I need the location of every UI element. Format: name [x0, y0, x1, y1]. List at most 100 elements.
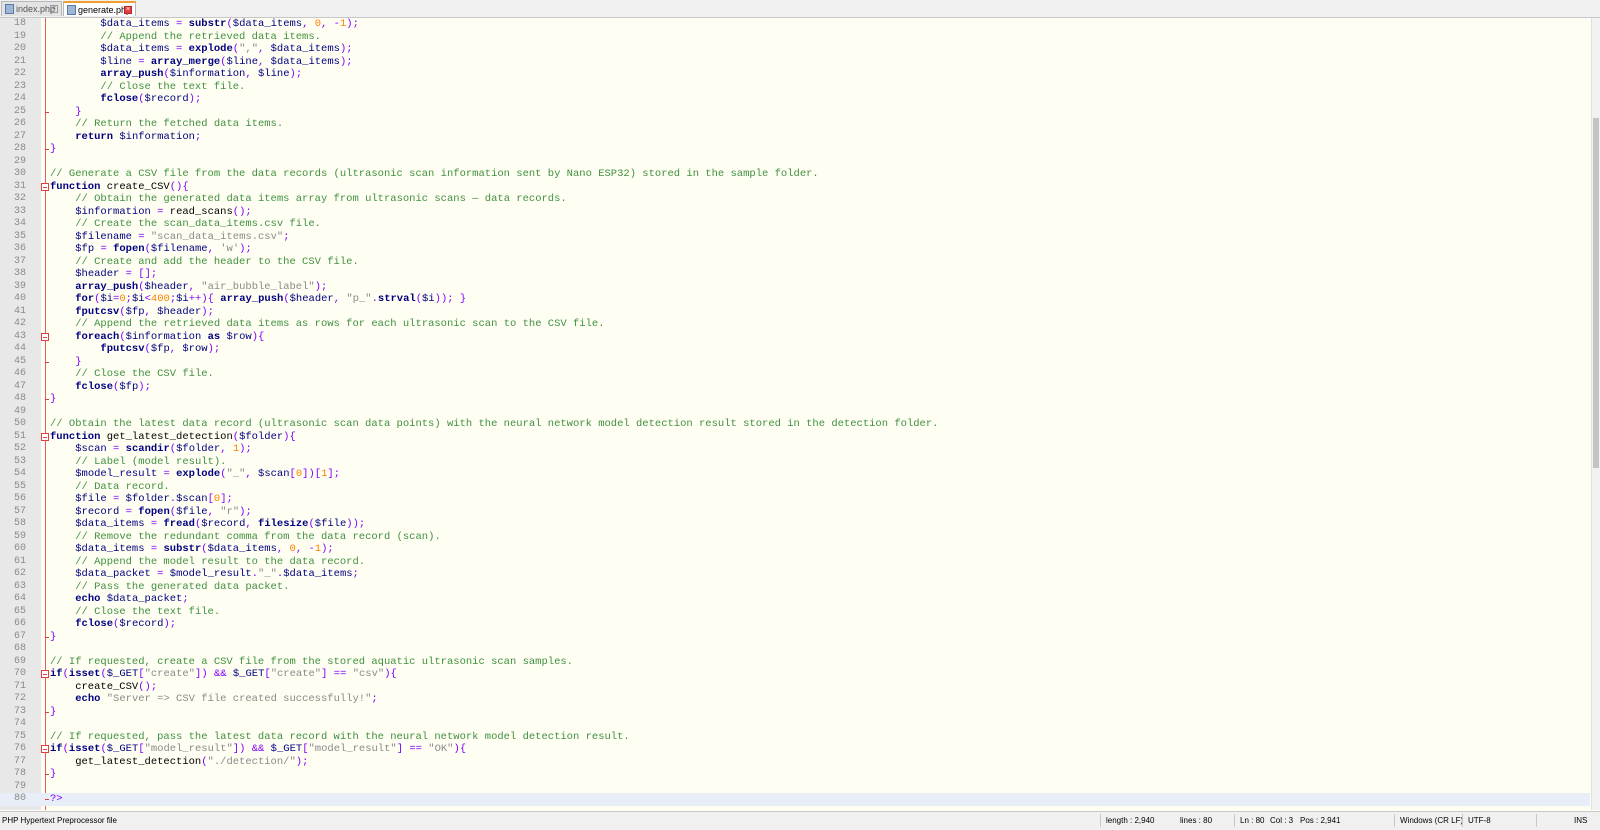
code-text[interactable]: for($i=0;$i<400;$i++){ array_push($heade… — [50, 293, 466, 306]
code-line[interactable]: 70 if(isset($_GET["create"]) && $_GET["cr… — [0, 668, 1590, 681]
code-text[interactable]: $data_packet = $model_result."_".$data_i… — [50, 568, 359, 581]
code-text[interactable]: // Append the retrieved data items as ro… — [50, 318, 604, 331]
vertical-scrollbar[interactable] — [1591, 18, 1600, 810]
code-line[interactable]: 76 if(isset($_GET["model_result"]) && $_G… — [0, 743, 1590, 756]
code-text[interactable]: ?> — [50, 793, 63, 806]
code-line[interactable]: 54 $model_result = explode("_", $scan[0]… — [0, 468, 1590, 481]
code-text[interactable]: // Obtain the latest data record (ultras… — [50, 418, 938, 431]
code-line[interactable]: 48} — [0, 393, 1590, 406]
code-line[interactable]: 53 // Label (model result). — [0, 456, 1590, 469]
code-line[interactable]: 35 $filename = "scan_data_items.csv"; — [0, 231, 1590, 244]
code-line[interactable]: 23 // Close the text file. — [0, 81, 1590, 94]
code-text[interactable]: } — [50, 768, 56, 781]
code-text[interactable]: echo "Server => CSV file created success… — [50, 693, 378, 706]
code-line[interactable]: 31 function create_CSV(){ — [0, 181, 1590, 194]
code-line[interactable]: 25 } — [0, 106, 1590, 119]
code-line[interactable]: 79 — [0, 781, 1590, 794]
code-line[interactable]: 73} — [0, 706, 1590, 719]
code-line[interactable]: 32 // Obtain the generated data items ar… — [0, 193, 1590, 206]
code-line[interactable]: 47 fclose($fp); — [0, 381, 1590, 394]
code-line[interactable]: 50 // Obtain the latest data record (ultr… — [0, 418, 1590, 431]
code-line[interactable]: 64 echo $data_packet; — [0, 593, 1590, 606]
code-text[interactable]: // Close the CSV file. — [50, 368, 214, 381]
code-text[interactable]: $model_result = explode("_", $scan[0])[1… — [50, 468, 340, 481]
code-text[interactable]: // Data record. — [50, 481, 170, 494]
code-line[interactable]: 63 // Pass the generated data packet. — [0, 581, 1590, 594]
code-line[interactable]: 42 // Append the retrieved data items as… — [0, 318, 1590, 331]
code-text[interactable]: get_latest_detection("./detection/"); — [50, 756, 308, 769]
code-text[interactable]: $record = fopen($file, "r"); — [50, 506, 252, 519]
code-line[interactable]: 71 create_CSV(); — [0, 681, 1590, 694]
code-text[interactable]: $header = []; — [50, 268, 157, 281]
code-text[interactable]: fclose($fp); — [50, 381, 151, 394]
tab-close-icon[interactable]: × — [124, 6, 132, 14]
code-text[interactable]: // Create the scan_data_items.csv file. — [50, 218, 321, 231]
code-text[interactable]: fputcsv($fp, $header); — [50, 306, 214, 319]
code-text[interactable]: $fp = fopen($filename, 'w'); — [50, 243, 252, 256]
code-line[interactable]: 59 // Remove the redundant comma from th… — [0, 531, 1590, 544]
code-line[interactable]: 28} — [0, 143, 1590, 156]
code-text[interactable]: } — [50, 106, 81, 119]
code-text[interactable]: $line = array_merge($line, $data_items); — [50, 56, 352, 69]
code-text[interactable]: create_CSV(); — [50, 681, 157, 694]
code-text[interactable]: } — [50, 631, 56, 644]
code-line[interactable]: 45 } — [0, 356, 1590, 369]
code-line[interactable]: 26 // Return the fetched data items. — [0, 118, 1590, 131]
code-line[interactable]: 39 array_push($header, "air_bubble_label… — [0, 281, 1590, 294]
fold-toggle-icon[interactable] — [41, 745, 49, 753]
code-line[interactable]: 24 fclose($record); — [0, 93, 1590, 106]
fold-toggle-icon[interactable] — [41, 332, 49, 341]
code-text[interactable]: fclose($record); — [50, 93, 201, 106]
code-text[interactable]: // If requested, create a CSV file from … — [50, 656, 573, 669]
code-text[interactable]: // Create and add the header to the CSV … — [50, 256, 359, 269]
code-line[interactable]: 38 $header = []; — [0, 268, 1590, 281]
code-text[interactable]: $data_items = substr($data_items, 0, -1)… — [50, 543, 334, 556]
code-line[interactable]: 20 $data_items = explode(",", $data_item… — [0, 43, 1590, 56]
code-line[interactable]: 65 // Close the text file. — [0, 606, 1590, 619]
code-text[interactable]: $information = read_scans(); — [50, 206, 252, 219]
code-text[interactable]: fclose($record); — [50, 618, 176, 631]
code-text[interactable]: echo $data_packet; — [50, 593, 188, 606]
tab-generate-php[interactable]: generate.php × — [63, 1, 136, 16]
code-text[interactable]: // Obtain the generated data items array… — [50, 193, 566, 206]
code-text[interactable]: // Pass the generated data packet. — [50, 581, 289, 594]
code-line[interactable]: 30 // Generate a CSV file from the data r… — [0, 168, 1590, 181]
code-text[interactable]: } — [50, 356, 81, 369]
code-text[interactable]: // Label (model result). — [50, 456, 226, 469]
code-line[interactable]: 57 $record = fopen($file, "r"); — [0, 506, 1590, 519]
code-line[interactable]: 58 $data_items = fread($record, filesize… — [0, 518, 1590, 531]
code-line[interactable]: 27 return $information; — [0, 131, 1590, 144]
code-line[interactable]: 29 — [0, 156, 1590, 169]
code-line[interactable]: 72 echo "Server => CSV file created succ… — [0, 693, 1590, 706]
code-lines[interactable]: 18 $data_items = substr($data_items, 0, … — [0, 18, 1590, 806]
code-line[interactable]: 51 function get_latest_detection($folder)… — [0, 431, 1590, 444]
code-text[interactable]: // Generate a CSV file from the data rec… — [50, 168, 819, 181]
code-text[interactable]: array_push($header, "air_bubble_label"); — [50, 281, 327, 294]
code-text[interactable]: fputcsv($fp, $row); — [50, 343, 220, 356]
code-line[interactable]: 62 $data_packet = $model_result."_".$dat… — [0, 568, 1590, 581]
code-line[interactable]: 40 for($i=0;$i<400;$i++){ array_push($he… — [0, 293, 1590, 306]
tab-close-icon[interactable]: × — [50, 5, 58, 13]
code-line[interactable]: 52 $scan = scandir($folder, 1); — [0, 443, 1590, 456]
code-line[interactable]: 44 fputcsv($fp, $row); — [0, 343, 1590, 356]
code-line[interactable]: 68 — [0, 643, 1590, 656]
code-text[interactable]: // Close the text file. — [50, 81, 245, 94]
code-line[interactable]: 18 $data_items = substr($data_items, 0, … — [0, 18, 1590, 31]
code-text[interactable]: // If requested, pass the latest data re… — [50, 731, 630, 744]
code-line[interactable]: 74 — [0, 718, 1590, 731]
code-text[interactable]: // Return the fetched data items. — [50, 118, 283, 131]
code-line[interactable]: 22 array_push($information, $line); — [0, 68, 1590, 81]
code-text[interactable]: } — [50, 706, 56, 719]
code-text[interactable]: } — [50, 143, 56, 156]
code-line[interactable]: 37 // Create and add the header to the C… — [0, 256, 1590, 269]
code-text[interactable]: // Append the model result to the data r… — [50, 556, 365, 569]
code-line[interactable]: 33 $information = read_scans(); — [0, 206, 1590, 219]
code-line[interactable]: 60 $data_items = substr($data_items, 0, … — [0, 543, 1590, 556]
code-line[interactable]: 21 $line = array_merge($line, $data_item… — [0, 56, 1590, 69]
code-text[interactable]: // Remove the redundant comma from the d… — [50, 531, 440, 544]
code-text[interactable]: function create_CSV(){ — [50, 181, 189, 194]
code-text[interactable]: $data_items = explode(",", $data_items); — [50, 43, 352, 56]
fold-toggle-icon[interactable] — [41, 432, 49, 441]
code-line[interactable]: 19 // Append the retrieved data items. — [0, 31, 1590, 44]
code-line[interactable]: 41 fputcsv($fp, $header); — [0, 306, 1590, 319]
